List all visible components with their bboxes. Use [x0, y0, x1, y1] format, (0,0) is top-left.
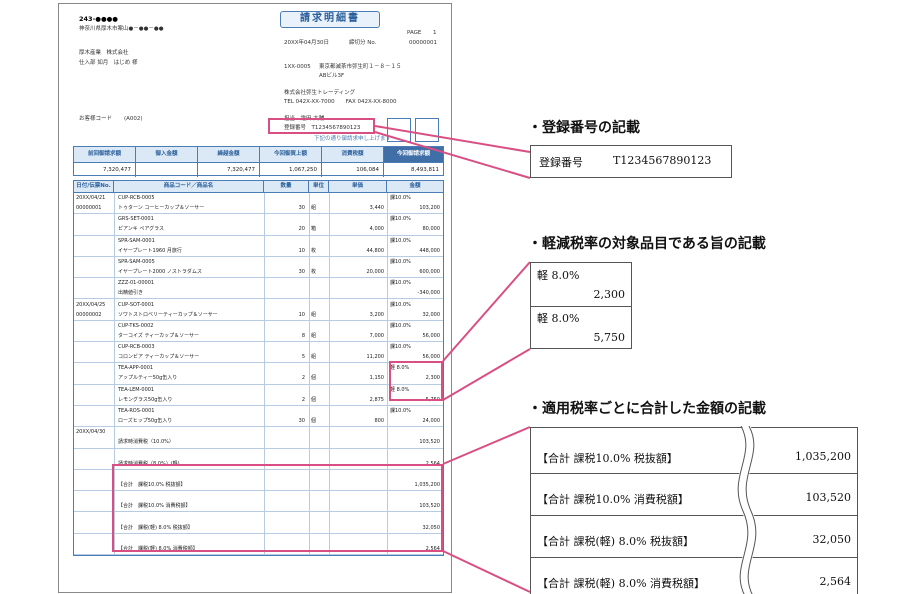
table-row: CUP-TKS-0002 ターコイズ ティーカップ＆ソーサー 8 組 7,000 課10.…: [74, 321, 443, 343]
table-row: 20XX/04/25 00000002 CUP-SOT-0001 ソワトストロベリーテ…: [74, 300, 443, 321]
customer-postal: 243-●●●●: [79, 15, 118, 23]
table-row: TEA-LEM-0001 レモングラス50g缶入り 2 個 2,875 軽 8.0% 5,7…: [74, 385, 443, 406]
totals-highlight: [112, 464, 443, 552]
row-date: 20XX/04/30: [76, 429, 106, 436]
registration-callout-title: ・登録番号の記載: [528, 120, 640, 136]
summary-value: 106,084: [322, 162, 384, 177]
summary-header: 繰越金額: [198, 147, 260, 162]
totals-callout-box: 【合計 課税10.0% 税抜額】 1,035,200 【合計 課税10.0% 消…: [530, 426, 858, 594]
invoice-date: 20XX年04月30日: [284, 40, 330, 46]
totals-amount: 103,520: [805, 491, 852, 504]
closing-label: 締切分 No.: [349, 40, 377, 46]
summary-header: 消費税額: [322, 147, 384, 162]
detail-header-row: 日付/伝票No. 商品コード／商品名 数量 単位 単価 金額: [74, 181, 443, 193]
reduced-rate-label: 軽 8.0%: [537, 312, 580, 325]
totals-amount: 1,035,200: [795, 450, 851, 463]
summary-value: 7,320,477: [198, 162, 260, 177]
customer-code-label: お客様コード: [79, 116, 113, 122]
sender-company: 株式会社弥生トレーディング: [284, 90, 356, 96]
totals-label: 【合計 課税(軽) 8.0% 消費税額】: [537, 577, 706, 590]
registration-value: T1234567890123: [613, 154, 712, 167]
detail-header: 金額: [409, 183, 421, 189]
customer-person: 仕入部 如月 はじめ 様: [79, 60, 138, 66]
table-row: ZZZ-01-00001 出精値引き 課10.0% -340,000: [74, 278, 443, 300]
totals-label: 【合計 課税10.0% 消費税額】: [537, 493, 689, 506]
summary-table: 前回御請求額 御入金額 繰越金額 今回御買上額 消費税額 今回御請求額 7,32…: [73, 146, 444, 177]
sender-tel: TEL 042X-XX-7000 FAX 042X-XX-8000: [284, 99, 397, 105]
table-row: TEA-ROS-0001 ローズヒップ50g缶入り 30 個 800 課10.0% 24,0…: [74, 406, 443, 428]
table-row: TEA-APP-0001 アップルティー50g缶入り 2 個 1,150 軽 8.0% 2,…: [74, 363, 443, 385]
closing-number: 00000001: [409, 40, 437, 46]
reduced-rate-highlight: [389, 361, 443, 401]
reduced-rate-label: 軽 8.0%: [537, 269, 580, 282]
table-row: SPR-SAM-0001 イヤープレート1960 月旅行 10 枚 44,800 課10.…: [74, 236, 443, 257]
sender-building: ABビル3F: [319, 73, 345, 79]
invoice-notice: 下記の通り御請求申し上げます: [314, 136, 392, 142]
summary-value: 1,067,250: [260, 162, 322, 177]
table-row: 20XX/04/30 請求時消費税〈10.0%〉 103,520: [74, 427, 443, 449]
summary-value: 7,320,477: [74, 162, 136, 177]
totals-callout-title: ・適用税率ごとに合計した金額の記載: [528, 401, 766, 417]
summary-value: [136, 162, 198, 177]
page-number: 1: [433, 30, 437, 36]
detail-header: 数量: [264, 181, 309, 192]
table-row: SPR-SAM-0005 イヤープレート2000 ノストラダムス 30 枚 20,000…: [74, 257, 443, 279]
detail-header: 商品コード／商品名: [114, 181, 264, 192]
page-label: PAGE: [407, 30, 422, 36]
summary-header: 今回御請求額: [384, 147, 443, 162]
table-row: CUP-RCB-0003 コロンビア ティーカップ＆ソーサー 5 組 11,200 課10…: [74, 342, 443, 364]
reduced-rate-callout-title: ・軽減税率の対象品目である旨の記載: [528, 236, 766, 252]
reduced-rate-amount: 5,750: [593, 331, 626, 344]
summary-value-row: 7,320,477 7,320,477 1,067,250 106,084 8,…: [74, 162, 443, 177]
customer-address: 神奈川県厚木市案山●－●●－●●: [79, 26, 164, 32]
detail-header: 単位: [309, 181, 329, 192]
summary-header: 今回御買上額: [260, 147, 322, 162]
customer-code: (A002): [124, 116, 143, 122]
totals-label: 【合計 課税10.0% 税抜額】: [537, 452, 678, 465]
table-row: 20XX/04/21 00000001 CUP-RCB-0005 トゥターン コーヒー…: [74, 193, 443, 215]
summary-value: 8,493,811: [384, 162, 443, 177]
stamp-box: [415, 118, 439, 142]
registration-highlight: [268, 118, 375, 134]
sender-address: 東京都滅茶市弥生町１－８－１５: [319, 64, 402, 70]
detail-header: 日付/伝票No.: [74, 181, 114, 192]
stamp-box: [387, 118, 411, 142]
registration-label: 登録番号: [539, 156, 583, 169]
customer-company: 厚木産業 株式会社: [79, 50, 129, 56]
summary-header-row: 前回御請求額 御入金額 繰越金額 今回御買上額 消費税額 今回御請求額: [74, 147, 443, 162]
break-wave: [737, 426, 757, 594]
detail-header: 単価: [329, 181, 387, 192]
reduced-rate-amount: 2,300: [593, 288, 626, 301]
table-row: GRS-SET-0001 ピアンキ ペアグラス 20 箱 4,000 課10.0% 80,0…: [74, 214, 443, 236]
totals-label: 【合計 課税(軽) 8.0% 税抜額】: [537, 535, 695, 548]
totals-amount: 2,564: [819, 575, 852, 588]
registration-callout-box: 登録番号 T1234567890123: [530, 145, 732, 178]
totals-amount: 32,050: [812, 533, 852, 546]
invoice-title: 請求明細書: [280, 11, 380, 28]
summary-header: 前回御請求額: [74, 147, 136, 162]
sender-postal: 1XX-0005: [284, 64, 311, 70]
summary-header: 御入金額: [136, 147, 198, 162]
reduced-rate-callout-box: 軽 8.0% 2,300 軽 8.0% 5,750: [530, 262, 632, 349]
